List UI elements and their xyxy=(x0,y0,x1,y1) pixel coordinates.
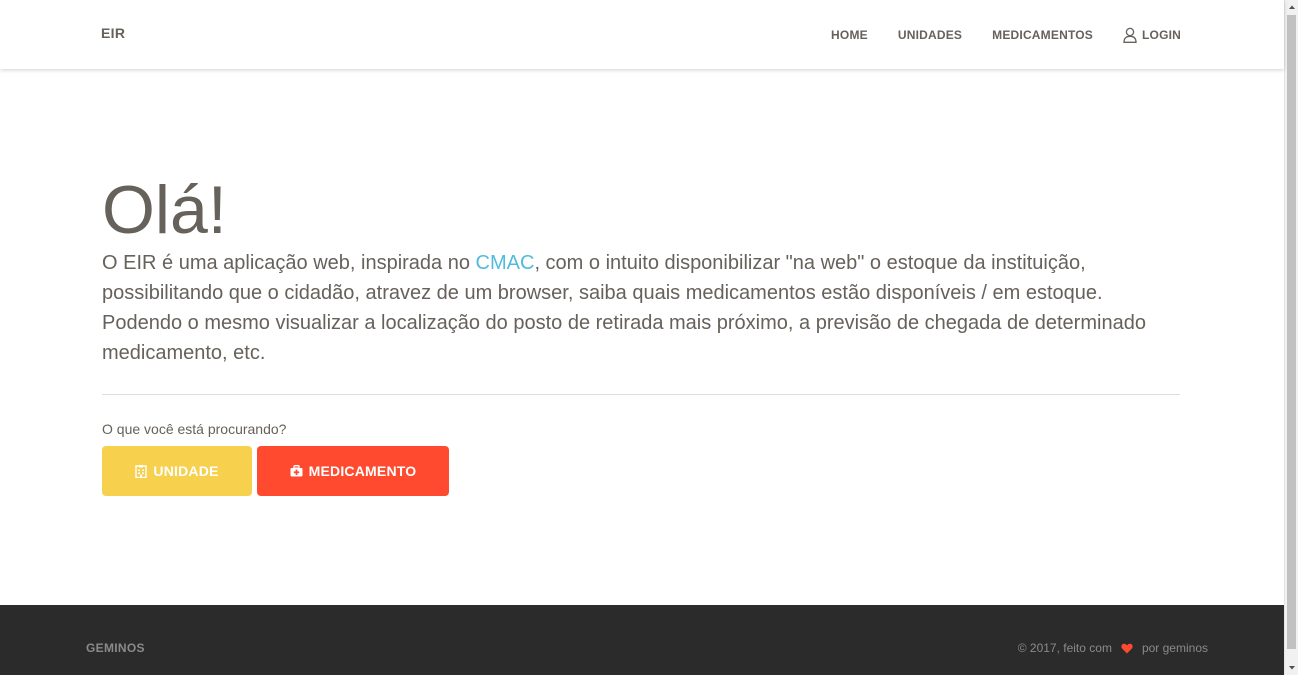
login-label: LOGIN xyxy=(1142,27,1181,42)
nav-unidades-link[interactable]: UNIDADES xyxy=(898,28,962,42)
hero-section: Olá! O EIR é uma aplicação web, inspirad… xyxy=(102,168,1180,368)
search-question: O que você está procurando? xyxy=(102,421,287,437)
nav-home-link[interactable]: HOME xyxy=(831,28,868,42)
footer: GEMINOS © 2017, feito com por geminos xyxy=(0,605,1284,675)
scroll-down-arrow-icon[interactable] xyxy=(1285,661,1298,675)
page: EIR HOME UNIDADES MEDICAMENTOS LOGIN Olá… xyxy=(0,0,1284,675)
medicamento-button-label: MEDICAMENTO xyxy=(308,463,417,479)
nav-medicamentos-link[interactable]: MEDICAMENTOS xyxy=(992,28,1093,42)
unidade-button-label: UNIDADE xyxy=(153,463,219,479)
nav-login-link[interactable]: LOGIN xyxy=(1123,26,1181,43)
hospital-icon xyxy=(135,464,148,478)
scroll-up-arrow-icon[interactable] xyxy=(1285,0,1298,14)
medkit-icon xyxy=(290,465,303,477)
cmac-link[interactable]: CMAC xyxy=(476,252,535,274)
footer-brand[interactable]: GEMINOS xyxy=(86,641,145,655)
hero-title: Olá! xyxy=(102,172,227,248)
medicamento-button[interactable]: MEDICAMENTO xyxy=(257,446,449,496)
nav-menu: HOME UNIDADES MEDICAMENTOS LOGIN xyxy=(801,26,1181,43)
divider xyxy=(102,394,1180,395)
heart-icon xyxy=(1121,643,1133,653)
hero-description: O EIR é uma aplicação web, inspirada no … xyxy=(102,248,1180,368)
unidade-button[interactable]: UNIDADE xyxy=(102,446,252,496)
footer-credits: © 2017, feito com por geminos xyxy=(1018,641,1208,655)
brand-link[interactable]: EIR xyxy=(101,25,125,41)
hero-text-start: O EIR é uma aplicação web, inspirada no xyxy=(102,252,476,274)
credits-text-end: por geminos xyxy=(1141,641,1208,655)
navbar: EIR HOME UNIDADES MEDICAMENTOS LOGIN xyxy=(0,0,1284,69)
vertical-scrollbar[interactable] xyxy=(1284,0,1298,675)
user-icon xyxy=(1123,27,1137,43)
credits-text-start: © 2017, feito com xyxy=(1017,641,1112,655)
scrollbar-thumb[interactable] xyxy=(1287,15,1296,649)
